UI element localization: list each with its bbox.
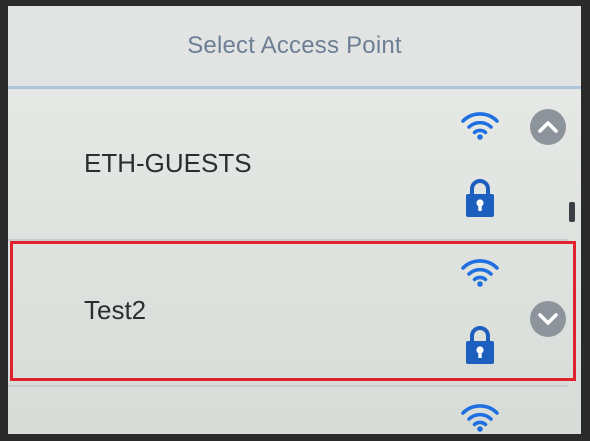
page-title: Select Access Point xyxy=(187,32,402,59)
scrollbar[interactable] xyxy=(569,90,577,380)
device-bezel-right xyxy=(581,0,590,441)
scroll-up-button[interactable] xyxy=(530,109,566,145)
scrollbar-thumb[interactable] xyxy=(569,202,575,222)
chevron-down-icon xyxy=(538,313,558,325)
device-bezel-bottom xyxy=(0,434,590,441)
access-point-item[interactable]: ETH-GUESTS xyxy=(8,90,568,236)
header: Select Access Point xyxy=(8,6,581,89)
access-point-ssid: ETH-GUESTS xyxy=(84,148,252,178)
list-divider xyxy=(8,385,568,387)
scroll-down-button[interactable] xyxy=(530,301,566,337)
device-bezel-left xyxy=(0,0,8,441)
header-divider xyxy=(8,86,581,89)
wifi-icon xyxy=(461,404,499,432)
printer-screen: Select Access Point ETH-GUESTS Test2 xyxy=(8,6,581,434)
lock-icon xyxy=(466,179,494,217)
selection-highlight xyxy=(10,241,576,381)
wifi-icon xyxy=(461,112,499,140)
chevron-up-icon xyxy=(538,121,558,133)
access-point-item[interactable] xyxy=(8,390,568,434)
